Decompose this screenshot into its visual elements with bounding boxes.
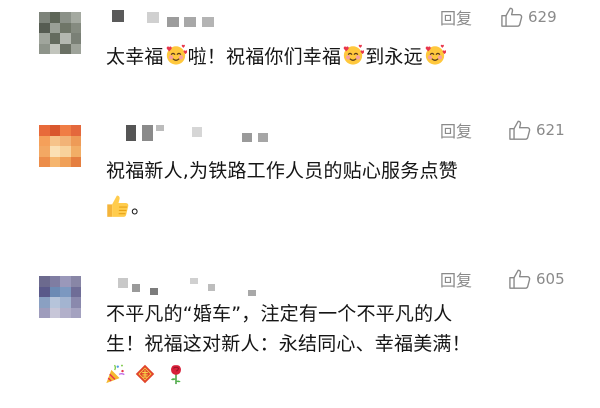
comment-text: 祝福新人,为铁路工作人员的贴心服务点赞 。 <box>106 156 576 222</box>
avatar[interactable] <box>39 12 81 54</box>
comment-text-segment: 到永远 <box>365 46 423 68</box>
comment-text: 不平凡的“婚车”，注定有一个不平凡的人 生！祝福这对新人：永结同心、幸福美满！ <box>106 299 576 387</box>
like-button[interactable]: 629 <box>500 6 557 28</box>
thumbs-up-emoji-icon <box>104 193 130 219</box>
rose-icon <box>165 363 187 385</box>
emoji-row <box>106 361 576 387</box>
thumbs-up-icon <box>508 119 532 141</box>
like-count: 629 <box>528 8 557 26</box>
username-redacted[interactable] <box>112 125 272 143</box>
like-button[interactable]: 605 <box>508 268 565 290</box>
comment-text: 太幸福 啦！祝福你们幸福 到永远 <box>106 42 576 72</box>
comment-text-segment: 啦！祝福你们幸福 <box>187 46 342 68</box>
avatar[interactable] <box>39 125 81 167</box>
like-button[interactable]: 621 <box>508 119 565 141</box>
comment-text-segment: 。 <box>131 196 151 218</box>
comment-text-line: 祝福新人,为铁路工作人员的贴心服务点赞 <box>106 160 458 182</box>
comment-text-segment: 太幸福 <box>106 46 164 68</box>
thumbs-up-icon <box>500 6 524 28</box>
comment-text-line: 生！祝福这对新人：永结同心、幸福美满！ <box>106 333 471 355</box>
reply-button[interactable]: 回复 <box>440 271 472 291</box>
username-redacted[interactable] <box>112 278 292 296</box>
fu-blessing-icon <box>134 363 156 385</box>
comment-item: 回复 605 不平凡的“婚车”，注定有一个不平凡的人 生！祝福这对新人：永结同心… <box>0 264 600 408</box>
comment-text-line: 。 <box>106 192 576 222</box>
comment-item: 回复 621 祝福新人,为铁路工作人员的贴心服务点赞 。 <box>0 113 600 253</box>
reply-button[interactable]: 回复 <box>440 9 472 29</box>
smiling-face-with-hearts-icon <box>165 44 187 66</box>
reply-button[interactable]: 回复 <box>440 122 472 142</box>
thumbs-up-icon <box>508 268 532 290</box>
smiling-face-with-hearts-icon <box>342 44 364 66</box>
smiling-face-with-hearts-icon <box>424 44 446 66</box>
comment-list: 回复 629 太幸福 啦！祝福你们幸福 到永远 回复 621 祝福新人,为铁路工… <box>0 0 600 408</box>
avatar[interactable] <box>39 276 81 318</box>
comment-text-line: 不平凡的“婚车”，注定有一个不平凡的人 <box>106 303 453 325</box>
party-popper-icon <box>104 363 126 385</box>
comment-item: 回复 629 太幸福 啦！祝福你们幸福 到永远 <box>0 0 600 100</box>
like-count: 605 <box>536 270 565 288</box>
username-redacted[interactable] <box>112 10 222 28</box>
like-count: 621 <box>536 121 565 139</box>
